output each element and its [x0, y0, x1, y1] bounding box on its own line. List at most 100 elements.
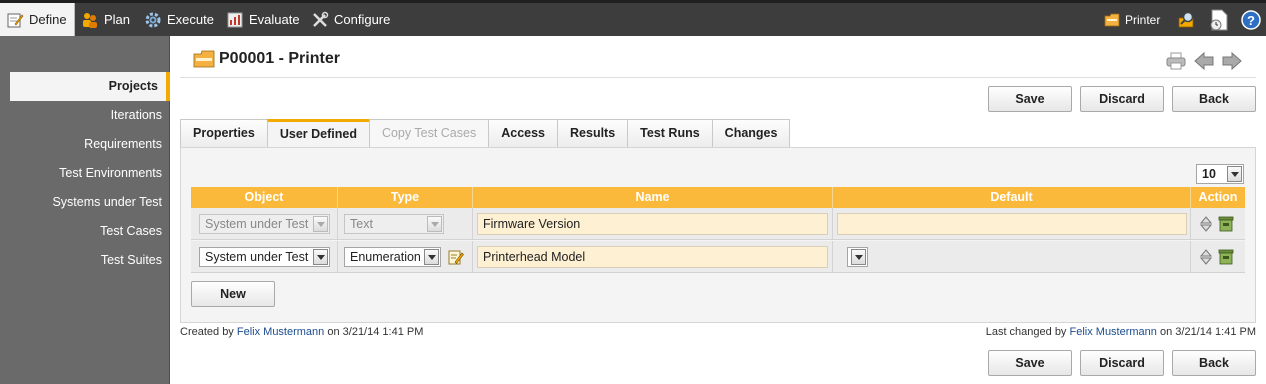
object-cell: System under Test [191, 208, 338, 240]
chevron-down-icon [1227, 166, 1242, 182]
column-header-action: Action [1198, 190, 1238, 204]
type-value: Enumeration [350, 250, 421, 264]
nav-plan[interactable]: Plan [81, 3, 130, 36]
action-cell [1191, 241, 1245, 273]
type-select[interactable]: Enumeration [344, 247, 441, 267]
last-changed-info: Last changed by Felix Mustermann on 3/21… [986, 326, 1256, 338]
nav-configure-label: Configure [334, 12, 391, 27]
type-cell: Enumeration [338, 241, 473, 273]
edit-values-icon[interactable] [448, 249, 464, 265]
object-cell: System under Test [191, 241, 338, 273]
back-button-top[interactable]: Back [1172, 86, 1256, 112]
delete-trash-icon[interactable] [1218, 215, 1234, 232]
tab-properties[interactable]: Properties [180, 119, 268, 148]
page-size-value: 10 [1202, 167, 1216, 181]
created-prefix: Created by [180, 326, 234, 338]
tab-access[interactable]: Access [488, 119, 559, 148]
define-icon [6, 11, 24, 29]
chevron-down-icon [313, 249, 328, 265]
name-cell: Firmware Version [473, 208, 833, 240]
changed-prefix: Last changed by [985, 326, 1067, 338]
search-magnifier-icon[interactable] [1176, 3, 1198, 36]
type-select: Text [344, 214, 444, 234]
sidebar-item-systems-under-test[interactable]: Systems under Test [10, 188, 170, 217]
created-by-link[interactable]: Felix Mustermann [237, 326, 324, 338]
default-input[interactable] [837, 213, 1187, 235]
default-select[interactable] [847, 247, 868, 267]
type-cell: Text [338, 208, 473, 240]
name-input[interactable]: Printerhead Model [477, 246, 828, 268]
save-button-top[interactable]: Save [988, 86, 1072, 112]
page-title: P00001 - Printer [193, 50, 340, 68]
print-icon[interactable] [1166, 52, 1186, 70]
previous-arrow-icon[interactable] [1194, 51, 1214, 71]
nav-execute[interactable]: Execute [144, 3, 214, 36]
tab-user-defined[interactable]: User Defined [266, 119, 370, 148]
sidebar-item-iterations[interactable]: Iterations [10, 101, 170, 130]
tab-test-runs[interactable]: Test Runs [627, 119, 713, 148]
move-updown-icon[interactable] [1199, 216, 1213, 232]
sidebar-item-label: Requirements [84, 137, 162, 151]
tab-changes[interactable]: Changes [711, 119, 791, 148]
object-select[interactable]: System under Test [199, 247, 330, 267]
execute-gear-icon [144, 11, 162, 29]
default-cell [833, 208, 1191, 240]
nav-evaluate-label: Evaluate [249, 12, 300, 27]
sidebar-item-test-suites[interactable]: Test Suites [10, 246, 170, 275]
grid-header: Object Type Name Default Action [191, 187, 1245, 208]
sidebar-item-label: Systems under Test [52, 195, 162, 209]
evaluate-icon [226, 11, 244, 29]
nav-define[interactable]: Define [0, 3, 75, 36]
chevron-down-icon [427, 216, 442, 232]
table-row: System under Test Enumeration Printerhea… [191, 241, 1245, 273]
column-header-name: Name [473, 187, 833, 208]
column-header-default: Default [833, 187, 1191, 208]
created-info: Created by Felix Mustermann on 3/21/14 1… [180, 326, 423, 338]
chevron-down-icon [424, 249, 439, 265]
tab-results[interactable]: Results [557, 119, 629, 148]
type-value: Text [350, 217, 373, 231]
title-divider [180, 77, 1256, 78]
discard-button-top[interactable]: Discard [1080, 86, 1164, 112]
tab-bar: Properties User Defined Copy Test Cases … [180, 119, 791, 148]
next-arrow-icon[interactable] [1222, 51, 1242, 71]
sidebar-item-label: Test Suites [100, 253, 162, 267]
table-row: System under Test Text Firmware Version [191, 208, 1245, 240]
column-header-object: Object [191, 187, 338, 208]
project-selector[interactable]: Printer [1104, 3, 1160, 36]
sidebar-item-test-cases[interactable]: Test Cases [10, 217, 170, 246]
nav-evaluate[interactable]: Evaluate [226, 3, 300, 36]
sidebar-item-label: Projects [108, 79, 158, 93]
configure-tools-icon [311, 11, 329, 29]
project-folder-icon [1104, 13, 1120, 27]
created-on: on 3/21/14 1:41 PM [327, 326, 424, 338]
move-updown-icon[interactable] [1199, 249, 1213, 265]
changed-on: on 3/21/14 1:41 PM [1159, 326, 1256, 338]
chevron-down-icon [851, 249, 866, 265]
discard-button-bottom[interactable]: Discard [1080, 350, 1164, 376]
changed-by-link[interactable]: Felix Mustermann [1070, 326, 1157, 338]
sidebar-item-test-environments[interactable]: Test Environments [10, 159, 170, 188]
nav-plan-label: Plan [104, 12, 131, 27]
column-header-type: Type [338, 187, 473, 208]
project-folder-icon [193, 50, 215, 68]
top-navigation-bar: Define Plan Execute Evaluate Configure P… [0, 0, 1266, 36]
sidebar-item-projects[interactable]: Projects [10, 72, 170, 101]
name-input[interactable]: Firmware Version [477, 213, 828, 235]
sidebar-item-requirements[interactable]: Requirements [10, 130, 170, 159]
help-icon[interactable]: ? [1239, 3, 1263, 36]
back-button-bottom[interactable]: Back [1172, 350, 1256, 376]
delete-trash-icon[interactable] [1218, 248, 1234, 265]
project-label: Printer [1125, 12, 1161, 27]
sidebar-item-label: Test Cases [100, 224, 162, 238]
page-size-select[interactable]: 10 [1196, 164, 1244, 184]
object-value: System under Test [205, 250, 309, 264]
report-document-icon[interactable] [1207, 3, 1233, 36]
object-value: System under Test [205, 217, 309, 231]
nav-configure[interactable]: Configure [311, 3, 390, 36]
new-button[interactable]: New [191, 281, 275, 307]
sidebar-item-label: Iterations [110, 108, 162, 122]
page-title-text: P00001 - Printer [219, 50, 340, 67]
chevron-down-icon [313, 216, 328, 232]
save-button-bottom[interactable]: Save [988, 350, 1072, 376]
